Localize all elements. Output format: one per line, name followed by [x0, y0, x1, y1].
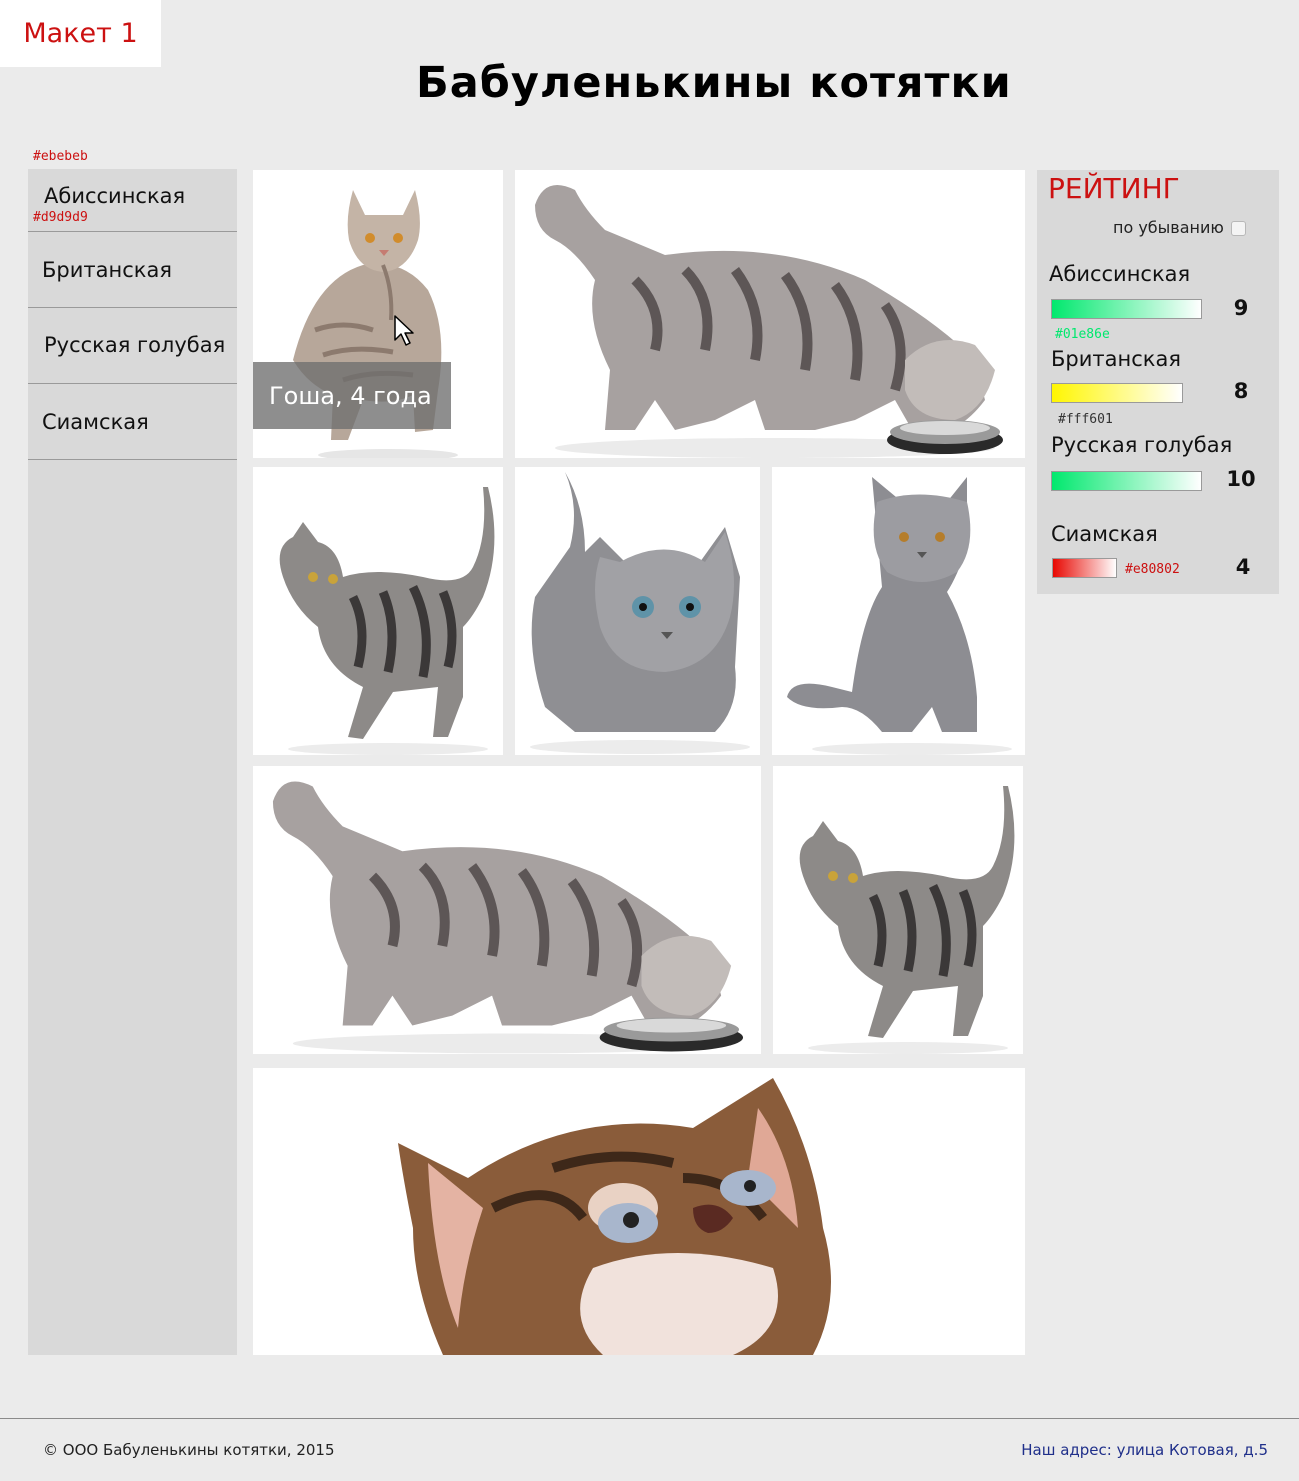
- gallery-tile[interactable]: [253, 1068, 1025, 1355]
- sidebar-item-russian-blue[interactable]: Русская голубая: [28, 308, 237, 383]
- rating-breed-name: Британская: [1051, 347, 1181, 371]
- cat-eating-photo-icon: [253, 766, 761, 1054]
- rating-color-hex: #fff601: [1058, 412, 1113, 427]
- rating-breed-name: Абиссинская: [1049, 262, 1191, 286]
- gallery-tile[interactable]: [253, 766, 761, 1054]
- layout-label: Макет 1: [0, 0, 161, 67]
- grey-kitten-crouching-photo-icon: [515, 467, 760, 755]
- rating-score: 9: [1233, 296, 1249, 320]
- sort-desc-checkbox[interactable]: [1231, 221, 1246, 236]
- sidebar-item-label: Русская голубая: [44, 333, 226, 357]
- sort-desc-label: по убыванию: [1113, 218, 1224, 237]
- grey-kitten-sitting-photo-icon: [772, 467, 1025, 755]
- rating-bar: [1051, 471, 1202, 491]
- mouse-cursor-icon: [394, 315, 414, 346]
- rating-bar-fill: [1052, 472, 1201, 490]
- page-bg-color-note: #ebebeb: [33, 149, 88, 164]
- rating-bar: [1051, 383, 1183, 403]
- rating-breed-name: Русская голубая: [1051, 433, 1233, 457]
- gallery-tile[interactable]: [253, 467, 503, 755]
- sidebar-bg-color-note: #d9d9d9: [33, 210, 88, 225]
- breed-sidebar: Абиссинская #d9d9d9 Британская Русская г…: [28, 169, 237, 1355]
- sidebar-item-label: Абиссинская: [44, 184, 186, 208]
- sidebar-item-label: Британская: [42, 258, 172, 282]
- sidebar-item-label: Сиамская: [42, 410, 149, 434]
- rating-bar-fill: [1053, 559, 1116, 577]
- rating-color-hex: #01e86e: [1055, 327, 1110, 342]
- footer-address-link[interactable]: Наш адрес: улица Котовая, д.5: [1021, 1441, 1268, 1459]
- rating-score: 8: [1233, 379, 1249, 403]
- rating-score: 4: [1235, 555, 1251, 579]
- gallery-tile[interactable]: [515, 170, 1025, 458]
- sidebar-divider: [28, 459, 237, 460]
- sidebar-item-siamese[interactable]: Сиамская: [28, 384, 237, 459]
- sidebar-item-british[interactable]: Британская: [28, 232, 237, 307]
- gallery-tile[interactable]: [515, 467, 760, 755]
- footer-copyright: © ООО Бабуленькины котятки, 2015: [43, 1441, 335, 1459]
- gallery-tile[interactable]: [773, 766, 1023, 1054]
- rating-bar: [1052, 558, 1117, 578]
- gallery-tile[interactable]: [772, 467, 1025, 755]
- photo-caption: Гоша, 4 года: [253, 362, 451, 429]
- rating-title: РЕЙТИНГ: [1048, 172, 1180, 205]
- tabby-kitten-photo-icon: [253, 467, 503, 755]
- kitten-face-photo-icon: [253, 1068, 1025, 1355]
- rating-bar: [1051, 299, 1202, 319]
- rating-color-hex: #e80802: [1125, 562, 1180, 577]
- rating-panel: РЕЙТИНГ по убыванию Абиссинская 9 #01e86…: [1037, 170, 1279, 594]
- gallery-tile[interactable]: Гоша, 4 года: [253, 170, 503, 458]
- cat-eating-photo-icon: [515, 170, 1025, 458]
- rating-bar-fill: [1052, 300, 1201, 318]
- rating-score: 10: [1226, 467, 1256, 491]
- rating-bar-fill: [1052, 384, 1182, 402]
- rating-breed-name: Сиамская: [1051, 522, 1158, 546]
- tabby-kitten-photo-icon: [773, 766, 1023, 1054]
- page-title: Бабуленькины котятки: [416, 58, 1012, 108]
- footer-divider: [0, 1418, 1299, 1419]
